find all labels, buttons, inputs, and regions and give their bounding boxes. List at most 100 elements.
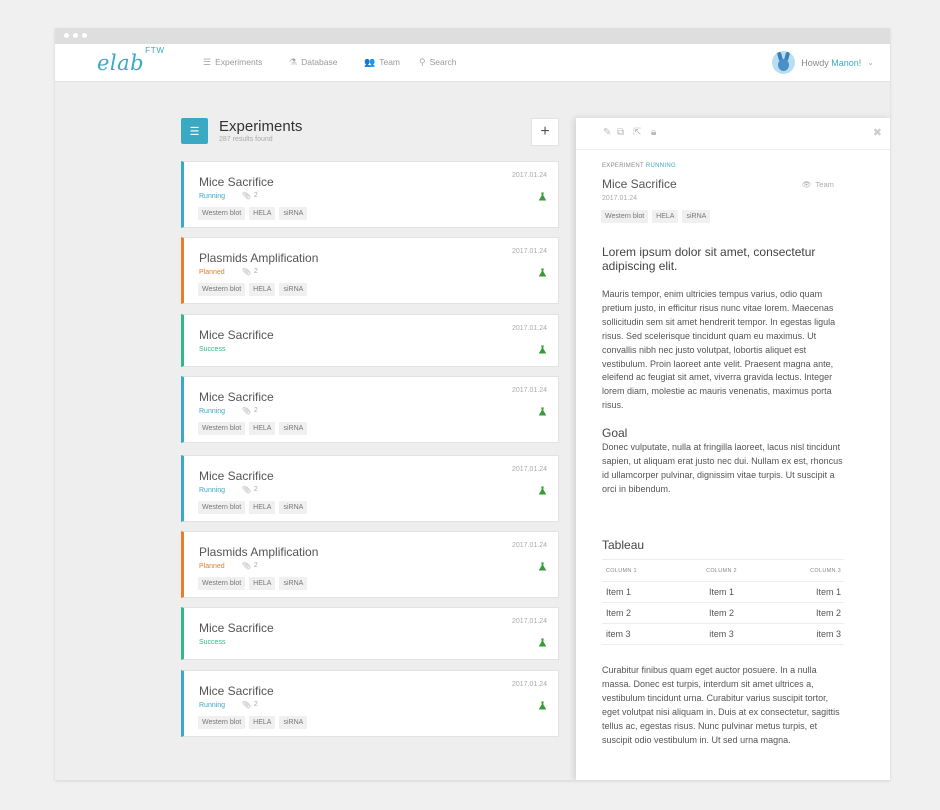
flask-icon: ⚗: [289, 56, 298, 67]
nav-team[interactable]: 👥 Team: [364, 57, 400, 67]
experiment-card[interactable]: Mice Sacrifice 2017.01.24 Success: [181, 607, 559, 660]
paperclip-icon: 📎︎: [242, 487, 251, 494]
tag[interactable]: Western blot: [198, 207, 246, 220]
flask-icon: [538, 486, 547, 495]
tag[interactable]: HELA: [249, 283, 276, 296]
experiment-date: 2017.01.24: [511, 681, 547, 688]
column-header: COLUMN 3: [810, 567, 841, 574]
tag[interactable]: siRNA: [279, 716, 308, 729]
app-logo[interactable]: elabFTW: [97, 46, 164, 75]
nav-database[interactable]: ⚗ Database: [289, 57, 337, 67]
experiment-date: 2017.01.24: [602, 195, 638, 202]
flask-icon: [538, 562, 547, 571]
tag[interactable]: siRNA: [279, 283, 308, 296]
content-heading: Lorem ipsum dolor sit amet, consectetur …: [602, 245, 816, 273]
experiment-tags: Western blot HELA siRNA: [198, 422, 308, 435]
table-cell: Item 2: [606, 608, 632, 618]
open-external-icon[interactable]: ⇱: [633, 127, 641, 138]
visibility-label: Team: [815, 180, 834, 189]
experiment-title: Plasmids Amplification: [199, 251, 319, 265]
attachment-number: 2: [253, 192, 258, 199]
window-dot-icon: [82, 33, 87, 38]
duplicate-icon[interactable]: ⧉: [617, 127, 624, 138]
experiment-tags: Western blot HELA siRNA: [601, 210, 711, 223]
tag[interactable]: Western blot: [198, 577, 246, 590]
tag[interactable]: siRNA: [279, 422, 308, 435]
table-cell: Item 1: [815, 587, 841, 597]
window-dot-icon: [73, 33, 78, 38]
content-intro: Mauris tempor, enim ultricies tempus var…: [602, 289, 836, 411]
table-cell: Item 1: [606, 587, 632, 597]
experiment-detail-panel: ✎ ⧉ ⇱ 🔒︎ ✖ EXPERIMENT RUNNING Mice Sacri…: [576, 118, 890, 780]
tag[interactable]: Western blot: [198, 501, 246, 514]
nav-search[interactable]: ⚲ Search: [419, 57, 457, 67]
experiment-card[interactable]: Mice Sacrifice 2017.01.24 Running 📎︎ 2 Wester…: [181, 455, 559, 522]
experiment-tags: Western blot HELA siRNA: [198, 577, 308, 590]
list-view-icon: ☰: [181, 118, 208, 144]
experiment-title: Plasmids Amplification: [199, 545, 319, 559]
page-title: Experiments: [219, 118, 303, 135]
table-cell: item 3: [816, 629, 841, 639]
tag[interactable]: siRNA: [279, 577, 308, 590]
attachment-count: 📎︎ 2: [242, 701, 258, 709]
table-row: item 3 item 3 item 3: [602, 624, 844, 645]
results-count: 287 results found: [219, 136, 273, 143]
tag[interactable]: siRNA: [279, 501, 308, 514]
table-cell: Item 1: [708, 587, 734, 597]
attachment-count: 📎︎ 2: [242, 407, 258, 415]
tag[interactable]: Western blot: [198, 422, 246, 435]
experiment-card[interactable]: Mice Sacrifice 2017.01.24 Success: [181, 314, 559, 367]
flask-icon: [538, 192, 547, 201]
lock-icon[interactable]: 🔒︎: [651, 127, 656, 138]
status-badge: Running: [199, 408, 226, 415]
column-header: COLUMN 1: [606, 567, 637, 574]
eye-icon: 👁: [802, 180, 812, 189]
edit-icon[interactable]: ✎: [603, 127, 611, 138]
attachment-number: 2: [253, 407, 258, 414]
tag[interactable]: HELA: [249, 716, 276, 729]
goal-heading: Goal: [602, 426, 628, 440]
table-cell: Item 2: [708, 608, 734, 618]
experiment-card[interactable]: Mice Sacrifice 2017.01.24 Running 📎︎ 2 Wester…: [181, 161, 559, 228]
experiment-date: 2017.01.24: [511, 542, 547, 549]
flask-icon: [538, 701, 547, 710]
flask-icon: [538, 407, 547, 416]
tag[interactable]: Western blot: [198, 283, 246, 296]
tag[interactable]: siRNA: [279, 207, 308, 220]
tag[interactable]: HELA: [249, 501, 276, 514]
paperclip-icon: 📎︎: [242, 269, 251, 276]
experiment-date: 2017.01.24: [511, 387, 547, 394]
tag[interactable]: HELA: [249, 207, 276, 220]
nav-label: Team: [379, 57, 401, 67]
experiment-card[interactable]: Plasmids Amplification 2017.01.24 Planned 📎…: [181, 237, 559, 304]
panel-toolbar: ✎ ⧉ ⇱ 🔒︎ ✖: [576, 118, 890, 150]
experiment-date: 2017.01.24: [511, 325, 547, 332]
flask-icon: [538, 268, 547, 277]
experiment-card[interactable]: Plasmids Amplification 2017.01.24 Planned 📎…: [181, 531, 559, 598]
tag[interactable]: Western blot: [198, 716, 246, 729]
attachment-count: 📎︎ 2: [242, 192, 258, 200]
user-menu[interactable]: Howdy Manon! ⌄: [772, 51, 874, 74]
table-cell: Item 2: [815, 608, 841, 618]
tag[interactable]: HELA: [249, 422, 276, 435]
tag[interactable]: siRNA: [682, 210, 711, 223]
attachment-count: 📎︎ 2: [242, 562, 258, 570]
tag[interactable]: Western blot: [601, 210, 649, 223]
experiment-card[interactable]: Mice Sacrifice 2017.01.24 Running 📎︎ 2 Wester…: [181, 670, 559, 737]
avatar: [772, 51, 796, 74]
experiment-card[interactable]: Mice Sacrifice 2017.01.24 Running 📎︎ 2 Wester…: [181, 376, 559, 443]
add-experiment-button[interactable]: +: [531, 118, 559, 146]
experiment-title: Mice Sacrifice: [199, 390, 274, 404]
experiment-title: Mice Sacrifice: [199, 175, 274, 189]
nav-experiments[interactable]: ☰ Experiments: [203, 57, 262, 67]
attachment-number: 2: [253, 486, 258, 493]
tag[interactable]: HELA: [652, 210, 679, 223]
top-navbar: elabFTW ☰ Experiments ⚗ Database 👥 Team …: [55, 44, 890, 82]
experiment-tags: Western blot HELA siRNA: [198, 501, 308, 514]
close-icon[interactable]: ✖: [873, 126, 882, 139]
visibility-indicator[interactable]: 👁 Team: [802, 180, 834, 189]
paperclip-icon: 📎︎: [242, 193, 251, 200]
tag[interactable]: HELA: [249, 577, 276, 590]
experiment-kicker: EXPERIMENT RUNNING: [602, 163, 676, 169]
status-badge: Planned: [199, 269, 225, 276]
